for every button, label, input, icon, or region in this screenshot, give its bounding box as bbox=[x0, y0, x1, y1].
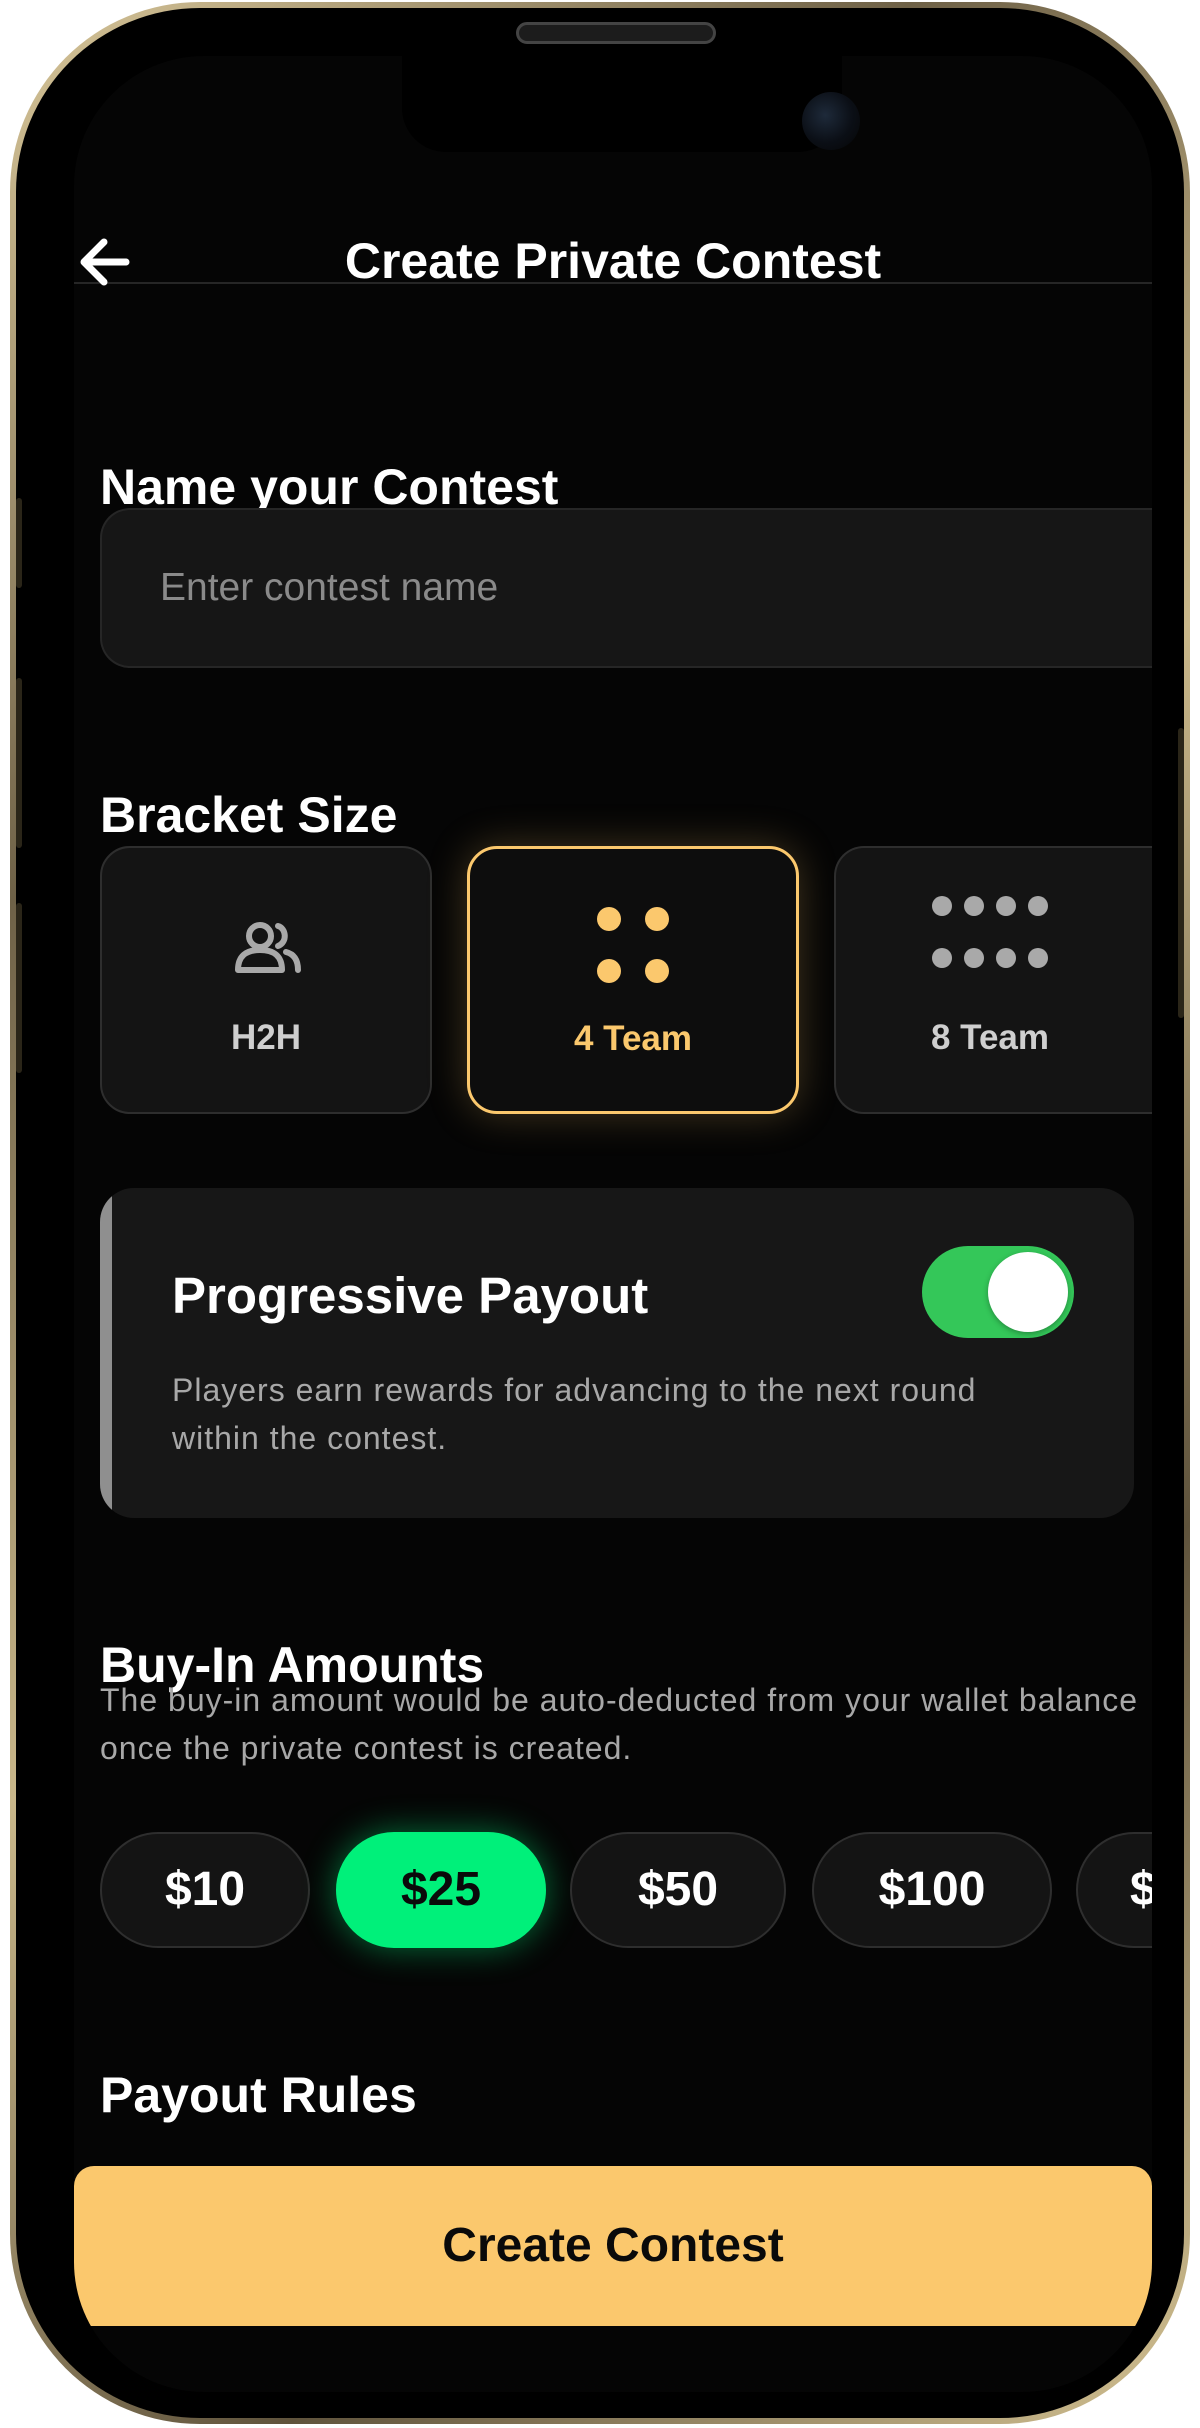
progressive-payout-description: Players earn rewards for advancing to th… bbox=[172, 1372, 977, 1456]
bracket-option-8-team[interactable]: 8 Team bbox=[834, 846, 1152, 1114]
volume-down-button bbox=[16, 903, 22, 1073]
power-button bbox=[1178, 728, 1184, 1018]
phone-frame: Create Private Contest Name your Contest… bbox=[10, 2, 1190, 2424]
bracket-option-label: 8 Team bbox=[930, 1018, 1050, 1057]
phone-bezel: Create Private Contest Name your Contest… bbox=[16, 8, 1184, 2418]
amount-chip-25[interactable]: $25 bbox=[336, 1832, 546, 1948]
card-accent-bar bbox=[100, 1188, 112, 1518]
buyin-description: The buy-in amount would be auto-deducted… bbox=[100, 1682, 1139, 1766]
volume-up-button bbox=[16, 678, 22, 848]
bracket-section-title: Bracket Size bbox=[100, 787, 398, 843]
app-screen: Create Private Contest Name your Contest… bbox=[74, 56, 1152, 2392]
create-contest-button[interactable]: Create Contest bbox=[74, 2166, 1152, 2326]
progressive-payout-toggle[interactable] bbox=[922, 1246, 1074, 1338]
main-content: Name your Contest Bracket Size H2H bbox=[100, 56, 1152, 2392]
bracket-option-label: H2H bbox=[230, 1018, 302, 1057]
amount-chip-partial[interactable]: $ bbox=[1076, 1832, 1152, 1948]
mute-switch bbox=[16, 498, 22, 588]
amount-chip-10[interactable]: $10 bbox=[100, 1832, 310, 1948]
bracket-option-label: 4 Team bbox=[573, 1019, 693, 1058]
toggle-knob bbox=[988, 1252, 1068, 1332]
contest-name-input[interactable] bbox=[100, 508, 1152, 668]
amount-chip-50[interactable]: $50 bbox=[570, 1832, 786, 1948]
progressive-payout-title: Progressive Payout bbox=[172, 1267, 649, 1324]
users-icon bbox=[235, 922, 301, 973]
bracket-option-h2h[interactable]: H2H bbox=[100, 846, 432, 1114]
bracket-option-4-team[interactable]: 4 Team bbox=[467, 846, 799, 1114]
earpiece-speaker bbox=[516, 22, 716, 44]
payout-rules-title: Payout Rules bbox=[100, 2067, 417, 2123]
amount-chip-100[interactable]: $100 bbox=[812, 1832, 1052, 1948]
progressive-payout-card: Progressive Payout Players earn rewards … bbox=[100, 1188, 1134, 1518]
